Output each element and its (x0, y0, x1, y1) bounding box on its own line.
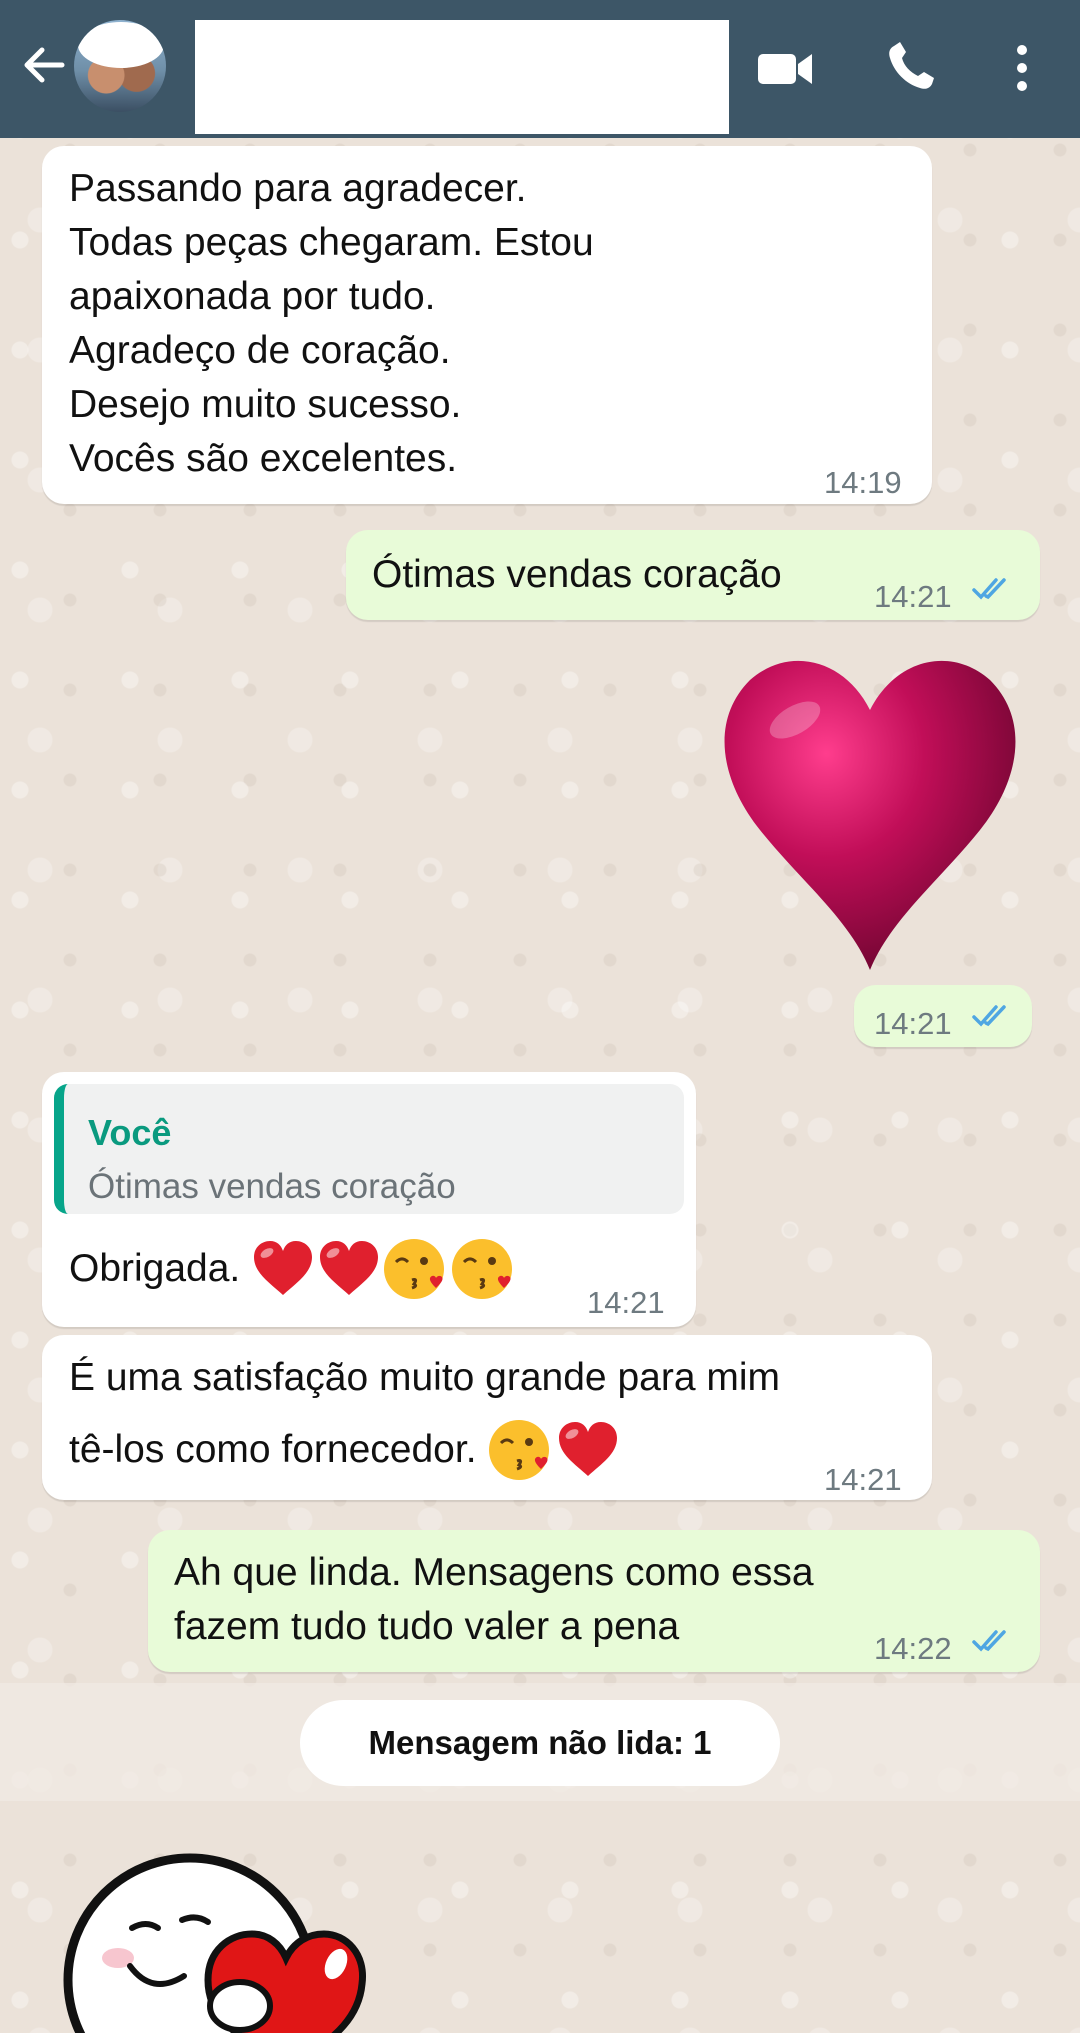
pink-heart-sticker-icon (724, 660, 1016, 970)
contact-name-redaction[interactable] (195, 20, 729, 134)
chat-header (0, 0, 1080, 138)
red-heart-icon (254, 1241, 313, 1295)
red-heart-icon (558, 1422, 617, 1476)
message-text-line-2: tê-los como fornecedor. (69, 1428, 477, 1471)
read-ticks-icon (972, 1005, 1006, 1027)
read-ticks-icon (972, 578, 1006, 600)
kissing-face-icon (452, 1239, 513, 1299)
message-text: Passando para agradecer. Todas peças che… (69, 167, 594, 480)
message-time: 14:21 (874, 1006, 952, 1041)
read-ticks-icon (972, 1630, 1006, 1652)
heart-sticker[interactable] (700, 650, 1040, 980)
quoted-message[interactable]: Você Ótimas vendas coração (54, 1084, 684, 1214)
message-bubble-incoming[interactable]: Passando para agradecer. Todas peças che… (42, 146, 932, 504)
message-bubble-incoming-reply[interactable]: Você Ótimas vendas coração Obrigada. 14:… (42, 1072, 696, 1327)
kissing-face-icon (384, 1239, 445, 1299)
message-text: Ah que linda. Mensagens como essa fazem … (174, 1551, 814, 1648)
phone-icon[interactable] (882, 40, 942, 96)
more-vertical-icon[interactable] (1000, 40, 1044, 96)
video-camera-icon[interactable] (756, 40, 816, 96)
incoming-sticker[interactable] (40, 1830, 380, 2033)
message-time: 14:19 (824, 465, 902, 500)
message-text: Ótimas vendas coração (372, 553, 782, 596)
message-time: 14:22 (874, 1631, 952, 1666)
smiley-holding-heart-sticker-icon (63, 1853, 366, 2033)
red-heart-icon (320, 1241, 379, 1295)
message-bubble-outgoing[interactable]: Ótimas vendas coração 14:21 (346, 530, 1040, 620)
avatar-redaction (78, 22, 164, 68)
kissing-face-icon (488, 1420, 549, 1480)
message-time: 14:21 (587, 1285, 665, 1320)
quote-text: Ótimas vendas coração (88, 1167, 456, 1206)
unread-messages-banner: Mensagem não lida: 1 (300, 1700, 780, 1786)
message-bubble-incoming[interactable]: É uma satisfação muito grande para mim t… (42, 1335, 932, 1500)
message-bubble-outgoing[interactable]: Ah que linda. Mensagens como essa fazem … (148, 1530, 1040, 1672)
message-time: 14:21 (824, 1462, 902, 1497)
message-text-line-1: É uma satisfação muito grande para mim (69, 1356, 780, 1399)
sticker-time-pill: 14:21 (854, 985, 1032, 1047)
quote-author: Você (88, 1112, 172, 1153)
contact-avatar[interactable] (74, 20, 166, 112)
arrow-left-icon[interactable] (18, 40, 68, 90)
message-time: 14:21 (874, 579, 952, 614)
message-text: Obrigada. (69, 1247, 241, 1290)
